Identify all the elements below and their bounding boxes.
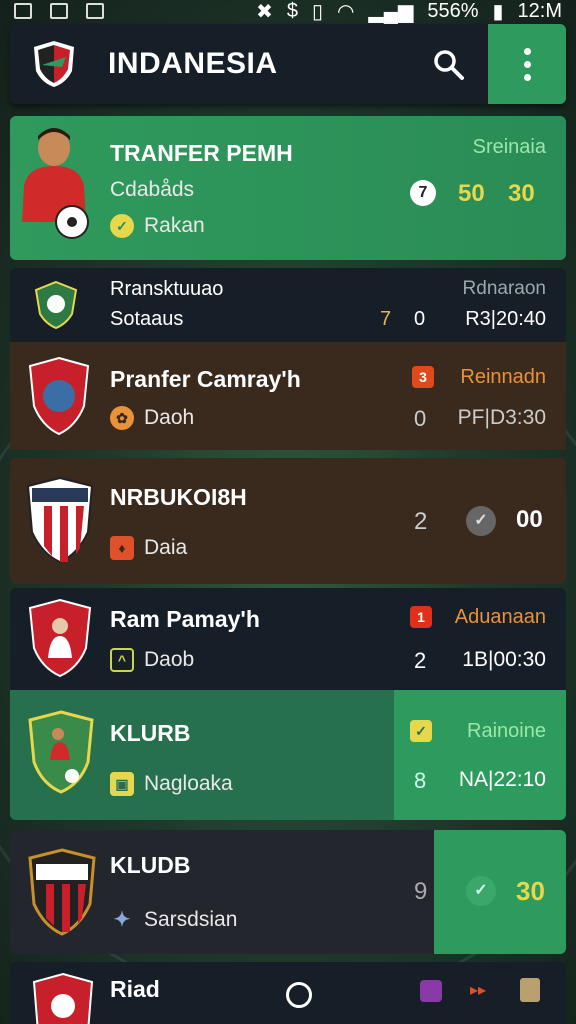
mute-icon: ✖ (256, 0, 273, 23)
home-nav-button[interactable] (286, 982, 312, 1008)
row3-tag: Daia (144, 536, 188, 559)
row5-num: 8 (414, 768, 427, 793)
wifi-icon: ◠ (336, 0, 355, 23)
row1-status: Rdnaraon (462, 278, 546, 299)
row6-title: KLUDB (110, 852, 191, 878)
play-icon: ▸▸ (470, 982, 487, 999)
check-circle-icon: ✓ (466, 506, 496, 536)
player-avatar (22, 128, 89, 239)
clock: 12:M (517, 0, 562, 22)
club-crest-red (28, 356, 90, 436)
check-badge-yellow-icon: ✓ (410, 720, 432, 742)
more-vert-icon (523, 47, 531, 81)
star-shield-icon: ✦ (113, 909, 131, 932)
row6-num: 9 (414, 878, 428, 905)
check-badge-icon: ✓ (110, 214, 134, 239)
row4-num: 2 (414, 648, 427, 673)
featured-tag: Rakan (144, 214, 205, 237)
gallery-notification-icon (14, 3, 32, 19)
team-shield-logo (34, 41, 74, 87)
purple-badge-icon (420, 980, 442, 1002)
row2-title: Pranfer Camray'h (110, 366, 301, 392)
row2-tag: Daoh (144, 406, 195, 429)
status-bar: ✖ $ ▯ ◠ ▂▄▆ 556% ▮ 12:M (0, 0, 576, 23)
row2-time: PF|D3:30 (457, 406, 546, 429)
signal-icon: ▂▄▆ (368, 0, 414, 23)
row7-title: Riad (110, 976, 160, 1002)
match-row-5[interactable]: KLURB ▣ Nagloaka ✓ Rainoine 8 NA|22:10 (10, 690, 566, 820)
row5-title: KLURB (110, 720, 191, 746)
dollar-icon: $ (286, 0, 298, 22)
gift-icon: ▣ (110, 772, 134, 797)
row1-time: R3|20:40 (465, 308, 546, 330)
row3-score: 00 (516, 506, 543, 533)
club-crest-green (34, 280, 78, 330)
flame-icon: ♦ (110, 536, 134, 561)
row4-badge: 1 (410, 606, 432, 628)
battery-level: 556% (427, 0, 479, 22)
match-row-2[interactable]: Pranfer Camray'h ✿ Daoh 3 Reinnadn 0 PF|D… (10, 342, 566, 450)
app-bar: INDANESIA (10, 24, 566, 104)
featured-subtitle: Cdabåds (110, 178, 195, 201)
row2-badge: 3 (412, 366, 434, 388)
vibrate-icon: ▯ (311, 0, 323, 23)
featured-status: Sreinaia (472, 136, 546, 158)
row1-num: 7 (380, 308, 392, 330)
card-icon (520, 978, 540, 1002)
featured-score-a: 7 (410, 180, 436, 206)
app-notification-icon (86, 3, 104, 19)
row2-num: 0 (414, 406, 427, 431)
check-circle-green-icon: ✓ (466, 876, 496, 906)
match-row-7[interactable]: Riad ▸▸ (10, 962, 566, 1024)
row4-status: Aduanaan (454, 606, 546, 628)
row3-num: 2 (414, 508, 428, 535)
row4-tag: Daob (144, 648, 195, 671)
club-crest-yellow (28, 710, 94, 794)
club-icon: ✿ (110, 406, 134, 431)
row4-time: 1B|00:30 (462, 648, 546, 671)
row5-time: NA|22:10 (458, 768, 546, 791)
club-crest-striped (26, 476, 94, 564)
page-title: INDANESIA (108, 47, 278, 80)
mail-notification-icon (50, 3, 68, 19)
shield-icon: ^ (110, 648, 134, 673)
club-crest-black-red (28, 848, 96, 936)
featured-transfer-card[interactable]: TRANFER PEMH Cdabåds ✓ Rakan Sreinaia 7 5… (10, 116, 566, 260)
row1-arrow: 0 (414, 308, 426, 330)
match-row-3[interactable]: NRBUKOI8H ♦ Daia 2 ✓ 00 (10, 458, 566, 584)
row5-status: Rainoine (467, 720, 546, 742)
featured-title: TRANFER PEMH (110, 140, 293, 166)
row3-title: NRBUKOI8H (110, 484, 247, 510)
row6-score: 30 (516, 876, 545, 906)
match-row-6[interactable]: KLUDB ✦ Sarsdsian 9 ✓ 30 (10, 830, 566, 954)
match-row-1[interactable]: Rransktuuao Sotaaus 7 0 Rdnaraon R3|20:4… (10, 268, 566, 342)
club-crest-red-partial (32, 972, 94, 1024)
battery-icon: ▮ (492, 0, 504, 23)
row1-line1: Rransktuuao (110, 278, 224, 300)
row1-line2: Sotaaus (110, 308, 184, 330)
club-crest-player (28, 598, 92, 678)
overflow-menu-button[interactable] (488, 24, 566, 104)
row4-title: Ram Pamay'h (110, 606, 260, 632)
search-icon[interactable] (430, 46, 466, 82)
featured-score-c: 30 (508, 180, 535, 207)
row5-tag: Nagloaka (144, 772, 233, 795)
featured-score-b: 50 (458, 180, 485, 207)
row2-status: Reinnadn (460, 366, 546, 388)
row6-tag: Sarsdsian (144, 908, 238, 931)
match-row-4[interactable]: Ram Pamay'h ^ Daob 1 Aduanaan 2 1B|00:30 (10, 588, 566, 690)
